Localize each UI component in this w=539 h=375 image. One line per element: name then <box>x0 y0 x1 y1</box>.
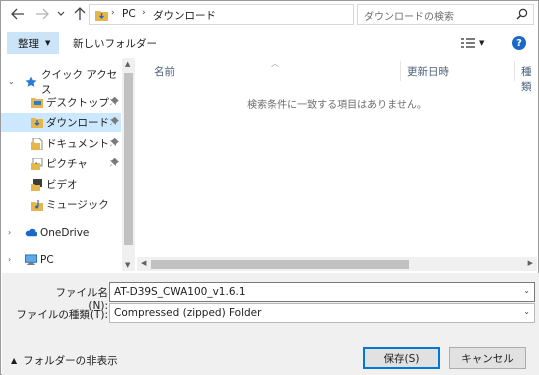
nav-item-documents[interactable]: ドキュメント <box>1 134 121 153</box>
download-folder-icon <box>95 9 108 24</box>
column-header-modified[interactable]: 更新日時 <box>407 64 449 79</box>
scroll-down-icon[interactable]: ▼ <box>125 261 130 269</box>
caret-down-icon: ▼ <box>45 39 51 47</box>
scrollbar-thumb[interactable] <box>124 73 133 245</box>
sort-ascending-icon: ︿ <box>271 59 279 68</box>
pin-icon <box>110 157 119 170</box>
empty-message: 検索条件に一致する項目はありません。 <box>247 100 427 111</box>
back-arrow-icon <box>11 8 24 20</box>
nav-label: PC <box>40 253 54 266</box>
nav-pc[interactable]: › PC <box>1 250 121 269</box>
nav-label: ダウンロード <box>46 117 109 129</box>
documents-folder-icon <box>31 137 43 150</box>
file-list[interactable]: ︿ 名前 更新日時 種類 検索条件に一致する項目はありません。 <box>137 58 537 271</box>
search-icon[interactable] <box>516 8 528 23</box>
hide-folders-label: フォルダーの非表示 <box>23 355 118 367</box>
desktop-folder-icon <box>31 97 43 109</box>
column-header-name[interactable]: 名前 <box>154 64 175 79</box>
breadcrumb-pc[interactable]: PC <box>122 8 136 20</box>
chevron-down-icon[interactable]: ⌄ <box>8 77 15 86</box>
hide-folders-button[interactable]: ▲ フォルダーの非表示 <box>11 353 118 368</box>
column-divider[interactable] <box>514 61 515 81</box>
download-folder-icon <box>31 117 43 129</box>
file-list-horizontal-scrollbar[interactable]: ◀ ▶ <box>137 257 537 271</box>
scroll-left-icon[interactable]: ◀ <box>141 259 146 267</box>
pin-icon <box>110 137 119 150</box>
caret-down-icon: ▼ <box>479 39 485 47</box>
up-button[interactable] <box>71 5 89 23</box>
nav-label: ピクチャ <box>46 158 88 170</box>
view-options-button[interactable]: ▼ <box>461 37 484 49</box>
filetype-value: Compressed (zipped) Folder <box>114 307 262 319</box>
nav-item-downloads[interactable]: ダウンロード <box>1 113 121 132</box>
nav-vertical-scrollbar[interactable]: ▲ ▼ <box>122 58 135 271</box>
computer-icon <box>25 253 37 266</box>
nav-quick-access[interactable]: ⌄ クイック アクセス <box>1 69 121 96</box>
star-icon <box>25 76 37 88</box>
breadcrumb-separator-icon: › <box>111 8 115 18</box>
pin-icon <box>110 96 119 109</box>
chevron-right-icon[interactable]: › <box>8 228 11 237</box>
nav-label: デスクトップ <box>46 97 109 109</box>
search-placeholder: ダウンロードの検索 <box>364 12 454 23</box>
filetype-label: ファイルの種類(T): <box>16 309 108 321</box>
filename-field[interactable]: AT-D39S_CWA100_v1.6.1 ⌄ <box>109 282 535 302</box>
cancel-button[interactable]: キャンセル <box>449 347 526 369</box>
scrollbar-thumb[interactable] <box>151 260 409 269</box>
breadcrumb-separator-icon: › <box>142 8 146 18</box>
music-folder-icon <box>31 199 43 211</box>
cloud-icon <box>25 227 37 239</box>
pin-icon <box>110 116 119 129</box>
new-folder-button[interactable]: 新しいフォルダー <box>73 36 157 51</box>
chevron-down-icon[interactable]: ⌄ <box>523 286 530 295</box>
details-view-icon <box>461 38 475 48</box>
nav-label: ビデオ <box>46 179 78 191</box>
pictures-folder-icon <box>31 157 43 170</box>
filename-value: AT-D39S_CWA100_v1.6.1 <box>114 286 246 298</box>
nav-label: ミュージック <box>46 199 109 211</box>
chevron-down-icon <box>57 11 65 16</box>
search-input[interactable]: ダウンロードの検索 <box>357 4 534 25</box>
back-button[interactable] <box>9 5 27 23</box>
nav-onedrive[interactable]: › OneDrive <box>1 223 121 242</box>
nav-item-pictures[interactable]: ピクチャ <box>1 154 121 173</box>
forward-button[interactable] <box>33 5 51 23</box>
nav-label: OneDrive <box>40 226 90 239</box>
address-bar[interactable]: › PC › ダウンロード <box>89 4 436 25</box>
organize-button[interactable]: 整理 ▼ <box>7 32 59 54</box>
nav-label: クイック アクセス <box>41 68 118 96</box>
help-icon[interactable]: ? <box>512 36 526 50</box>
nav-item-videos[interactable]: ビデオ <box>1 175 121 194</box>
filetype-select[interactable]: Compressed (zipped) Folder ⌄ <box>109 303 535 323</box>
breadcrumb-downloads[interactable]: ダウンロード <box>153 8 216 23</box>
recent-locations-button[interactable] <box>55 5 67 23</box>
chevron-up-icon: ▲ <box>11 356 18 365</box>
scroll-up-icon[interactable]: ▲ <box>125 60 130 68</box>
organize-label: 整理 <box>18 37 39 50</box>
forward-arrow-icon <box>36 8 49 20</box>
save-dialog: › PC › ダウンロード ダウンロードの検索 整理 ▼ 新しいフォルダー ▼ … <box>0 0 539 375</box>
column-divider[interactable] <box>400 61 401 81</box>
chevron-down-icon[interactable]: ⌄ <box>523 307 530 316</box>
save-button[interactable]: 保存(S) <box>363 347 440 369</box>
chevron-right-icon[interactable]: › <box>8 255 11 264</box>
nav-item-desktop[interactable]: デスクトップ <box>1 93 121 112</box>
nav-label: ドキュメント <box>46 138 109 150</box>
column-header-type[interactable]: 種類 <box>521 64 537 94</box>
videos-folder-icon <box>31 178 43 191</box>
navigation-pane: ⌄ クイック アクセス デスクトップ ダウンロード ドキュメント ピクチャ ビデ… <box>1 58 136 271</box>
nav-item-music[interactable]: ミュージック <box>1 195 121 214</box>
scroll-right-icon[interactable]: ▶ <box>528 259 533 267</box>
up-arrow-icon <box>74 7 86 20</box>
